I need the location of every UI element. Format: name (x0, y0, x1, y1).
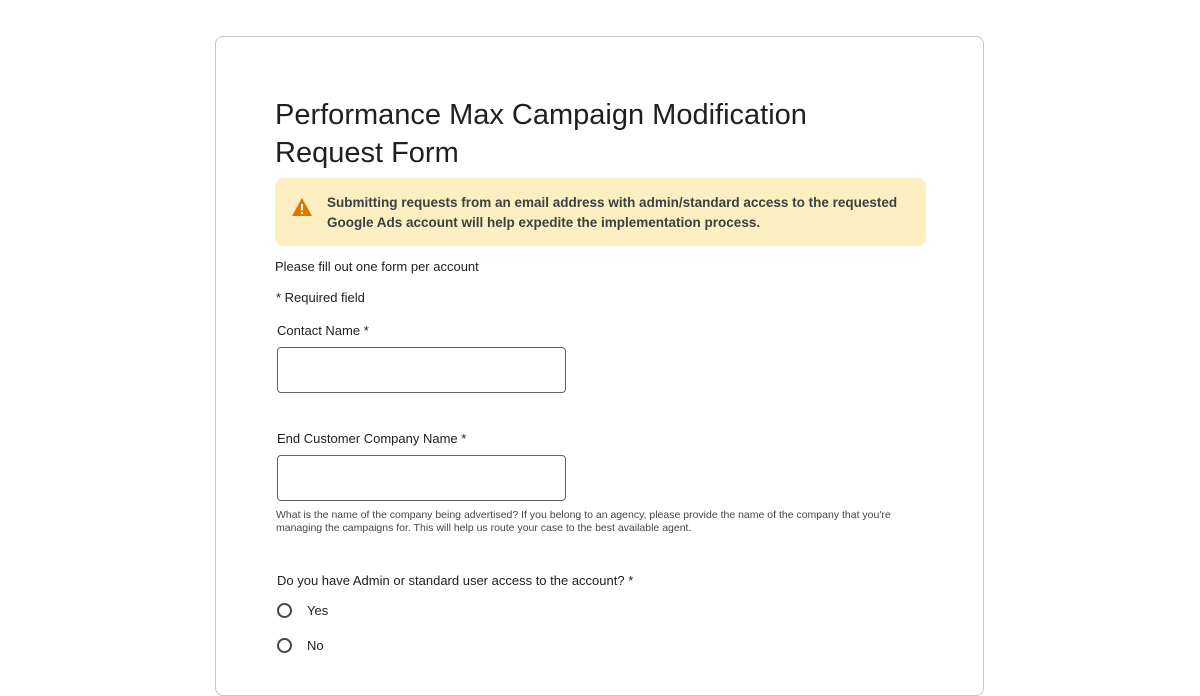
radio-option-no[interactable]: No (277, 634, 324, 656)
company-name-input[interactable] (277, 455, 566, 501)
banner-text: Submitting requests from an email addres… (327, 195, 898, 230)
form-title: Performance Max Campaign Modification Re… (275, 99, 807, 169)
contact-name-input[interactable] (277, 347, 566, 393)
company-name-help-text: What is the name of the company being ad… (276, 509, 891, 534)
warning-icon (292, 198, 312, 216)
radio-button-yes[interactable] (277, 602, 292, 618)
required-field-note: * Required field (276, 290, 365, 305)
radio-option-yes[interactable]: Yes (277, 599, 328, 621)
access-question-label: Do you have Admin or standard user acces… (277, 573, 634, 588)
info-banner: Submitting requests from an email addres… (275, 178, 926, 246)
radio-label-yes: Yes (307, 602, 329, 618)
contact-name-label: Contact Name * (277, 323, 369, 338)
radio-label-no: No (307, 637, 324, 653)
company-name-label: End Customer Company Name * (277, 431, 467, 446)
form-intro: Please fill out one form per account (275, 259, 479, 274)
radio-button-no[interactable] (277, 637, 292, 653)
